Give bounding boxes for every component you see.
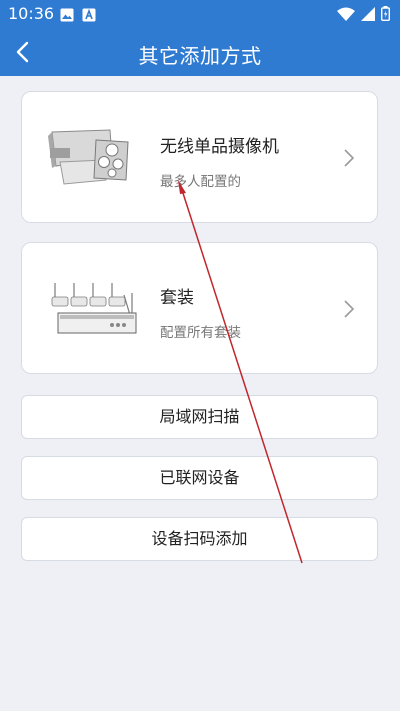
option-title: 套装 [160,288,194,308]
networked-devices-button[interactable]: 已联网设备 [21,456,378,500]
app-bar: 其它添加方式 [0,28,400,76]
status-bar: 10:36 [0,0,400,28]
option-subtitle: 配置所有套装 [160,325,241,341]
battery-icon [380,6,390,25]
image-icon [60,7,74,26]
bullet-camera-image [46,122,132,196]
option-subtitle: 最多人配置的 [160,174,241,190]
app-a-icon [82,7,96,26]
option-card-kit[interactable]: 套装 配置所有套装 [21,242,378,374]
option-card-wireless-camera[interactable]: 无线单品摄像机 最多人配置的 [21,91,378,223]
chevron-right-icon [343,148,355,172]
wifi-icon [337,6,355,25]
chevron-right-icon [343,299,355,323]
lan-scan-button[interactable]: 局域网扫描 [21,395,378,439]
nvr-camera-kit-image [46,279,142,343]
signal-icon [361,6,375,25]
page-title: 其它添加方式 [138,44,262,68]
status-time: 10:36 [8,4,55,23]
scan-code-add-button[interactable]: 设备扫码添加 [21,517,378,561]
option-title: 无线单品摄像机 [160,137,279,157]
